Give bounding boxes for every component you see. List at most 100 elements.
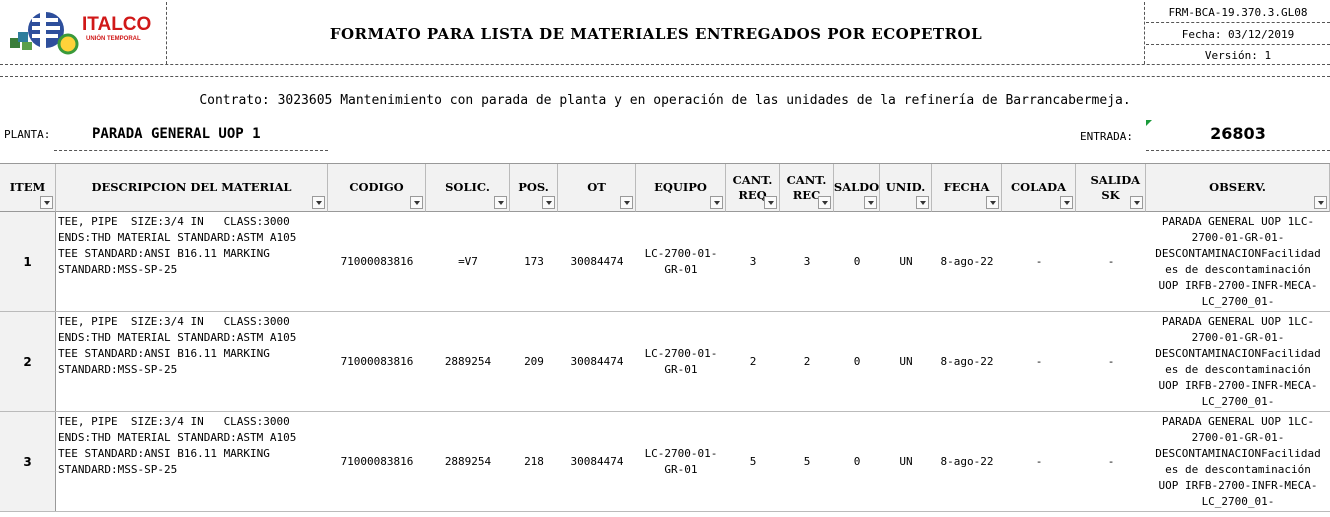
filter-dropdown-icon[interactable] [40,196,53,209]
filter-dropdown-icon[interactable] [916,196,929,209]
filter-dropdown-icon[interactable] [710,196,723,209]
column-header-fecha[interactable]: FECHA [932,164,1002,212]
cell-codigo[interactable]: 71000083816 [328,212,426,311]
column-header-label: SOLIC. [445,180,490,194]
cell-fecha[interactable]: 8-ago-22 [932,212,1002,311]
cell-equipo[interactable]: LC-2700-01- GR-01 [636,212,726,311]
cell-solic[interactable]: 2889254 [426,312,510,411]
column-header-codigo[interactable]: CODIGO [328,164,426,212]
column-header-label: OBSERV. [1209,180,1266,194]
cell-observ[interactable]: PARADA GENERAL UOP 1LC- 2700-01-GR-01- D… [1146,312,1330,411]
filter-dropdown-icon[interactable] [864,196,877,209]
cell-solic[interactable]: =V7 [426,212,510,311]
cell-colada[interactable]: - [1002,412,1076,511]
column-header-colada[interactable]: COLADA [1002,164,1076,212]
column-header-ot[interactable]: OT [558,164,636,212]
column-header-label: FECHA [943,180,990,194]
cell-descripcion[interactable]: TEE, PIPE SIZE:3/4 IN CLASS:3000 ENDS:TH… [56,412,328,511]
column-header-label: CODIGO [349,180,404,194]
cell-saldo[interactable]: 0 [834,412,880,511]
cell-cant-req[interactable]: 3 [726,212,780,311]
column-header-cant-req[interactable]: CANT. REQ [726,164,780,212]
italco-logo-graphic: ITALCO UNIÓN TEMPORAL [10,12,151,55]
document-version: Versión: 1 [1204,49,1272,62]
cell-equipo[interactable]: LC-2700-01- GR-01 [636,412,726,511]
filter-dropdown-icon[interactable] [312,196,325,209]
cell-codigo[interactable]: 71000083816 [328,312,426,411]
document-date: Fecha: 03/12/2019 [1181,28,1295,41]
column-header-salida-sk[interactable]: SALIDA SK [1076,164,1146,212]
column-header-equipo[interactable]: EQUIPO [636,164,726,212]
cell-cant-req[interactable]: 2 [726,312,780,411]
cell-unid[interactable]: UN [880,412,932,511]
cell-pos[interactable]: 173 [510,212,558,311]
cell-ot[interactable]: 30084474 [558,412,636,511]
cell-pos[interactable]: 209 [510,312,558,411]
entrada-value[interactable]: 26803 [1146,124,1330,143]
column-header-label: EQUIPO [654,180,707,194]
page-title: FORMATO PARA LISTA DE MATERIALES ENTREGA… [329,25,983,43]
table-row: 2 TEE, PIPE SIZE:3/4 IN CLASS:3000 ENDS:T… [0,312,1330,412]
entrada-label: ENTRADA: [1080,130,1133,143]
cell-fecha[interactable]: 8-ago-22 [932,412,1002,511]
cell-observ[interactable]: PARADA GENERAL UOP 1LC- 2700-01-GR-01- D… [1146,412,1330,511]
contract-description: Contrato: 3023605 Mantenimiento con para… [199,93,1131,108]
column-header-solic[interactable]: SOLIC. [426,164,510,212]
logo-subtitle: UNIÓN TEMPORAL [86,34,141,42]
filter-dropdown-icon[interactable] [986,196,999,209]
cell-cant-rec[interactable]: 2 [780,312,834,411]
filter-dropdown-icon[interactable] [620,196,633,209]
column-header-saldo[interactable]: SALDO [834,164,880,212]
column-header-label: DESCRIPCION DEL MATERIAL [91,180,292,194]
cell-cant-rec[interactable]: 5 [780,412,834,511]
cell-codigo[interactable]: 71000083816 [328,412,426,511]
cell-salida-sk[interactable]: - [1076,212,1146,311]
cell-descripcion[interactable]: TEE, PIPE SIZE:3/4 IN CLASS:3000 ENDS:TH… [56,212,328,311]
filter-dropdown-icon[interactable] [1060,196,1073,209]
filter-dropdown-icon[interactable] [1130,196,1143,209]
logo-text: ITALCO [82,14,151,35]
table-row: 1 TEE, PIPE SIZE:3/4 IN CLASS:3000 ENDS:T… [0,212,1330,312]
cell-item[interactable]: 1 [0,212,56,311]
column-header-label: ITEM [9,180,46,194]
filter-dropdown-icon[interactable] [494,196,507,209]
cell-equipo[interactable]: LC-2700-01- GR-01 [636,312,726,411]
planta-value[interactable]: PARADA GENERAL UOP 1 [92,126,261,142]
cell-colada[interactable]: - [1002,212,1076,311]
cell-fecha[interactable]: 8-ago-22 [932,312,1002,411]
italco-logo: ITALCO UNIÓN TEMPORAL [4,4,164,64]
filter-dropdown-icon[interactable] [410,196,423,209]
cell-ot[interactable]: 30084474 [558,212,636,311]
column-header-cant-rec[interactable]: CANT. REC [780,164,834,212]
cell-descripcion[interactable]: TEE, PIPE SIZE:3/4 IN CLASS:3000 ENDS:TH… [56,312,328,411]
cell-salida-sk[interactable]: - [1076,412,1146,511]
cell-saldo[interactable]: 0 [834,212,880,311]
cell-unid[interactable]: UN [880,312,932,411]
column-header-label: POS. [518,180,549,194]
cell-ot[interactable]: 30084474 [558,312,636,411]
cell-salida-sk[interactable]: - [1076,312,1146,411]
cell-item[interactable]: 3 [0,412,56,511]
column-header-label: UNID. [885,180,926,194]
column-header-item[interactable]: ITEM [0,164,56,212]
cell-pos[interactable]: 218 [510,412,558,511]
column-header-descripcion[interactable]: DESCRIPCION DEL MATERIAL [56,164,328,212]
filter-dropdown-icon[interactable] [818,196,831,209]
cell-cant-req[interactable]: 5 [726,412,780,511]
cell-cant-rec[interactable]: 3 [780,212,834,311]
cell-unid[interactable]: UN [880,212,932,311]
cell-saldo[interactable]: 0 [834,312,880,411]
cell-observ[interactable]: PARADA GENERAL UOP 1LC- 2700-01-GR-01- D… [1146,212,1330,311]
filter-dropdown-icon[interactable] [764,196,777,209]
column-header-pos[interactable]: POS. [510,164,558,212]
column-header-unid[interactable]: UNID. [880,164,932,212]
filter-dropdown-icon[interactable] [542,196,555,209]
column-header-label: COLADA [1010,180,1067,194]
table-row: 3 TEE, PIPE SIZE:3/4 IN CLASS:3000 ENDS:T… [0,412,1330,512]
cell-solic[interactable]: 2889254 [426,412,510,511]
filter-dropdown-icon[interactable] [1314,196,1327,209]
cell-item[interactable]: 2 [0,312,56,411]
document-code: FRM-BCA-19.370.3.GL08 [1168,6,1308,19]
column-header-observ[interactable]: OBSERV. [1146,164,1330,212]
cell-colada[interactable]: - [1002,312,1076,411]
